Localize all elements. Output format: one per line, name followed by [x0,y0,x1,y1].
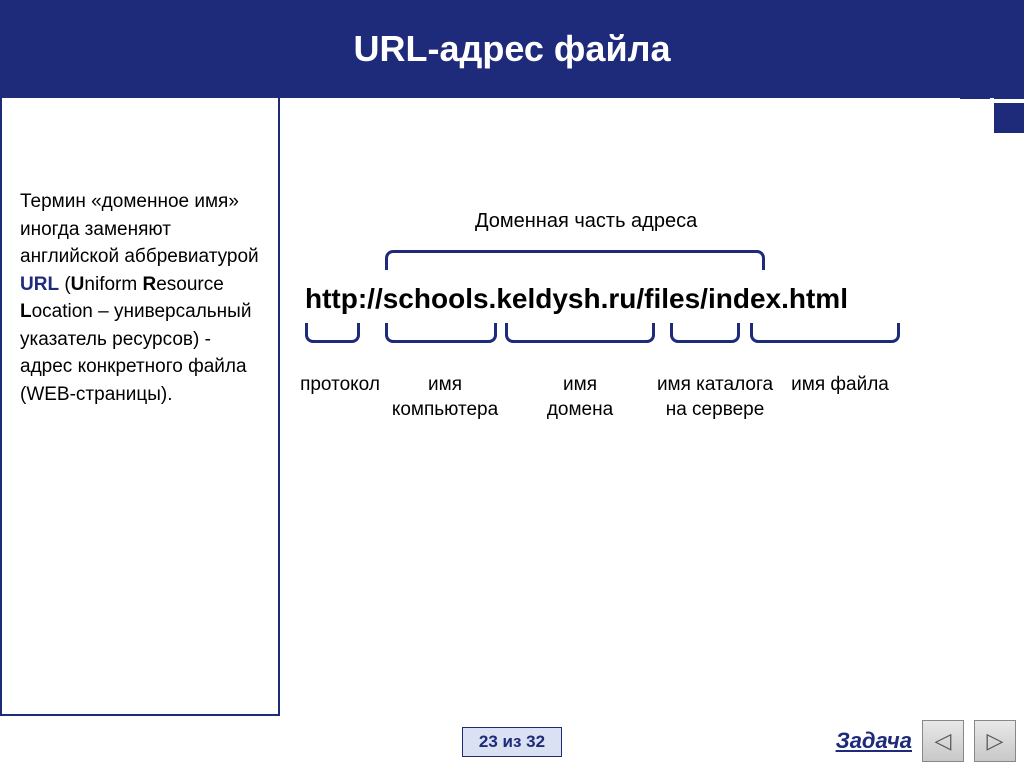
slide-header: URL-адрес файла [0,0,1024,98]
bottom-bracket [305,323,360,343]
bottom-label: имя домена [530,373,630,422]
sidebar-intro: Термин «доменное имя» иногда заменяют ан… [20,191,259,267]
decor-left [0,0,132,64]
bottom-label: имя файла [790,373,890,398]
bottom-bracket [670,323,740,343]
footer-right: Задача ◁ ▷ [836,720,1016,762]
diagram-area: Доменная часть адреса http://schools.kel… [280,98,1024,716]
content-area: Термин «доменное имя» иногда заменяют ан… [0,98,1024,716]
triangle-left-icon: ◁ [935,728,952,754]
footer: 23 из 32 Задача ◁ ▷ [0,716,1024,768]
next-button[interactable]: ▷ [974,720,1016,762]
prev-button[interactable]: ◁ [922,720,964,762]
sidebar-text: Термин «доменное имя» иногда заменяют ан… [0,98,280,716]
page-indicator: 23 из 32 [462,727,562,757]
abbr-url: URL [20,274,59,295]
bottom-bracket [385,323,497,343]
bottom-label: имя каталога на сервере [650,373,780,422]
top-bracket [385,250,765,270]
top-bracket-label: Доменная часть адреса [475,210,697,233]
url-display: http://schools.keldysh.ru/files/index.ht… [305,283,848,315]
task-link[interactable]: Задача [836,728,912,754]
triangle-right-icon: ▷ [987,728,1004,754]
bottom-bracket [505,323,655,343]
page-title: URL-адрес файла [354,28,671,70]
bottom-label: имя компьютера [375,373,515,422]
bottom-bracket [750,323,900,343]
